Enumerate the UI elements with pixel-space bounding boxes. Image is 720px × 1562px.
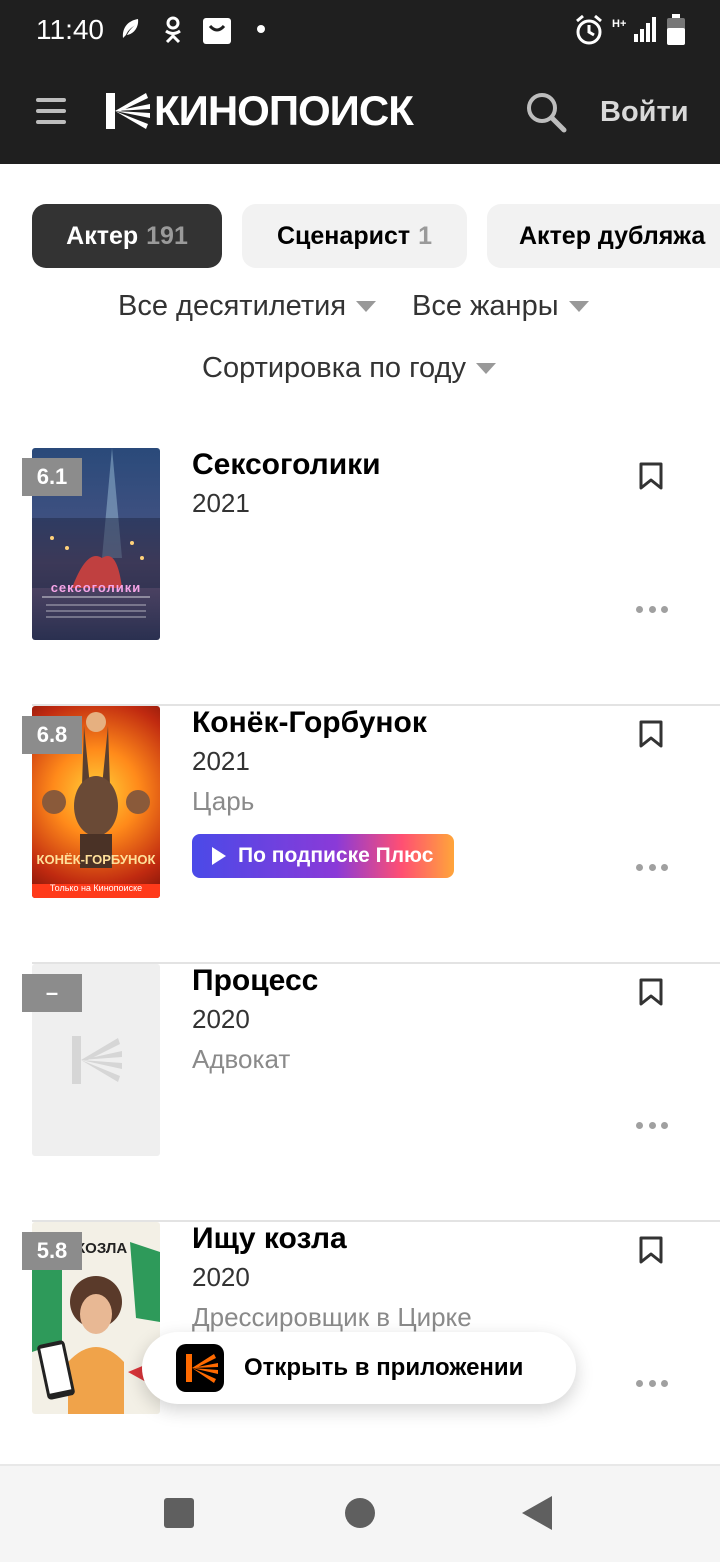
kinopoisk-logo[interactable]: КИНОПОИСК	[106, 87, 414, 134]
bookmark-icon[interactable]	[638, 462, 664, 490]
battery-icon	[667, 14, 685, 45]
genres-filter[interactable]: Все жанры	[412, 290, 589, 323]
kinopoisk-logo-mark-icon	[106, 93, 150, 129]
more-options-icon[interactable]	[636, 606, 668, 616]
app-header: КИНОПОИСК Войти	[0, 62, 720, 164]
tab-count: 191	[146, 221, 188, 250]
bookmark-icon[interactable]	[638, 978, 664, 1006]
open-in-app-button[interactable]: Открыть в приложении	[142, 1332, 576, 1404]
film-year: 2021	[192, 746, 250, 776]
poster-title-text: КОЗЛА	[76, 1240, 128, 1257]
more-options-icon[interactable]	[636, 1122, 668, 1132]
film-year: 2020	[192, 1004, 250, 1034]
status-bar: 11:40 H+	[0, 0, 720, 62]
status-time: 11:40	[36, 14, 104, 45]
plus-badge-label: По подписке Плюс	[238, 844, 434, 867]
back-icon[interactable]	[522, 1496, 552, 1530]
sort-filter[interactable]: Сортировка по году	[202, 352, 496, 385]
tab-actor[interactable]: Актер 191	[32, 204, 222, 268]
more-options-icon[interactable]	[636, 1380, 668, 1390]
film-year: 2021	[192, 488, 250, 518]
chevron-down-icon	[568, 301, 589, 312]
bookmark-icon[interactable]	[638, 720, 664, 748]
feather-icon	[122, 19, 139, 38]
genres-filter-label: Все жанры	[412, 290, 559, 322]
shopping-bag-icon	[203, 18, 231, 44]
dot-icon	[257, 25, 265, 33]
alarm-icon	[576, 14, 602, 45]
plus-subscription-badge[interactable]: По подписке Плюс	[192, 834, 454, 878]
tab-dubbing-actor[interactable]: Актер дубляжа	[487, 204, 720, 268]
odnoklassniki-icon	[165, 16, 181, 44]
tab-screenwriter[interactable]: Сценарист 1	[242, 204, 467, 268]
svg-text:H+: H+	[612, 18, 626, 30]
poster-title-text: КОНЁК-ГОРБУНОК	[36, 852, 156, 867]
sort-filter-label: Сортировка по году	[202, 352, 466, 384]
home-icon[interactable]	[345, 1498, 375, 1528]
rating-badge: 6.1	[22, 458, 82, 496]
system-nav-bar	[0, 1464, 720, 1562]
tab-label: Актер	[66, 221, 139, 250]
search-icon[interactable]	[524, 90, 568, 134]
more-options-icon[interactable]	[636, 864, 668, 874]
film-title[interactable]: Ищу козла	[192, 1222, 347, 1256]
kinopoisk-app-icon	[176, 1344, 224, 1392]
bookmark-icon[interactable]	[638, 1236, 664, 1264]
play-icon	[212, 847, 226, 865]
rating-badge: 6.8	[22, 716, 82, 754]
decades-filter-label: Все десятилетия	[118, 290, 347, 322]
tab-label: Актер дубляжа	[519, 221, 706, 250]
signal-icon: H+	[612, 17, 656, 42]
film-row[interactable]: сексоголики 6.1 Сексоголики 2021	[0, 448, 720, 706]
role-tabs: Актер 191 Сценарист 1 Актер дубляжа	[0, 204, 720, 268]
chevron-down-icon	[356, 301, 377, 312]
login-button[interactable]: Войти	[600, 96, 689, 129]
tab-count: 1	[418, 221, 433, 250]
logo-text: КИНОПОИСК	[154, 87, 414, 134]
recent-apps-icon[interactable]	[164, 1498, 194, 1528]
film-title[interactable]: Сексоголики	[192, 448, 381, 482]
poster-tagline-text: Только на Кинопоиске	[49, 883, 143, 893]
film-role: Дрессировщик в Цирке	[192, 1302, 472, 1332]
film-role: Адвокат	[192, 1044, 291, 1074]
film-row[interactable]: КОНЁК-ГОРБУНОК Только на Кинопоиске 6.8 …	[0, 706, 720, 964]
tab-label: Сценарист	[276, 221, 411, 250]
chevron-down-icon	[475, 363, 496, 374]
open-in-app-label: Открыть в приложении	[244, 1354, 524, 1381]
decades-filter[interactable]: Все десятилетия	[118, 290, 377, 323]
film-year: 2020	[192, 1262, 250, 1292]
rating-badge: 5.8	[22, 1232, 82, 1270]
film-row[interactable]: – Процесс 2020 Адвокат	[0, 964, 720, 1222]
rating-badge: –	[22, 974, 82, 1012]
poster-title-text: сексоголики	[50, 580, 142, 595]
film-title[interactable]: Процесс	[192, 964, 318, 998]
film-title[interactable]: Конёк-Горбунок	[192, 706, 427, 740]
hamburger-icon[interactable]	[36, 98, 66, 124]
film-role: Царь	[192, 786, 255, 816]
